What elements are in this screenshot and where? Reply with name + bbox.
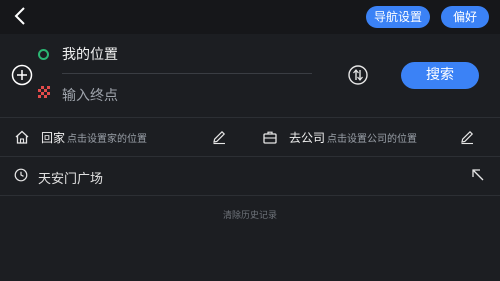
route-panel: 我的位置 输入终点 搜索 xyxy=(0,34,500,116)
home-title: 回家 xyxy=(41,131,66,145)
checkered-flag-icon xyxy=(38,86,50,98)
home-hint: 点击设置家的位置 xyxy=(67,134,148,145)
swap-icon[interactable] xyxy=(348,65,368,85)
home-label: 回家 点击设置家的位置 xyxy=(41,129,147,146)
briefcase-icon xyxy=(263,131,277,144)
preferences-button[interactable]: 偏好 xyxy=(441,6,489,28)
plus-circle-icon[interactable] xyxy=(11,64,33,86)
clock-icon xyxy=(14,168,28,182)
work-title: 去公司 xyxy=(289,131,326,145)
route-divider xyxy=(62,73,312,74)
nav-settings-button[interactable]: 导航设置 xyxy=(366,6,430,28)
search-button[interactable]: 搜索 xyxy=(401,62,479,89)
home-icon xyxy=(15,130,29,144)
history-item[interactable]: 天安门广场 xyxy=(0,157,500,196)
arrow-up-left-icon[interactable] xyxy=(471,168,485,182)
shortcut-row: 回家 点击设置家的位置 去公司 点击设置公司的位置 xyxy=(0,117,500,157)
start-input[interactable]: 我的位置 xyxy=(62,44,118,64)
edit-work-pencil-icon[interactable] xyxy=(459,129,475,145)
top-bar: 导航设置 偏好 xyxy=(0,0,500,34)
edit-home-pencil-icon[interactable] xyxy=(211,129,227,145)
destination-input[interactable]: 输入终点 xyxy=(62,85,118,105)
work-hint: 点击设置公司的位置 xyxy=(327,134,418,145)
chevron-left-icon[interactable] xyxy=(10,5,32,27)
work-label: 去公司 点击设置公司的位置 xyxy=(289,129,417,146)
clear-history-button[interactable]: 清除历史记录 xyxy=(0,208,500,221)
start-point-icon xyxy=(38,49,49,60)
history-item-text: 天安门广场 xyxy=(38,172,104,187)
